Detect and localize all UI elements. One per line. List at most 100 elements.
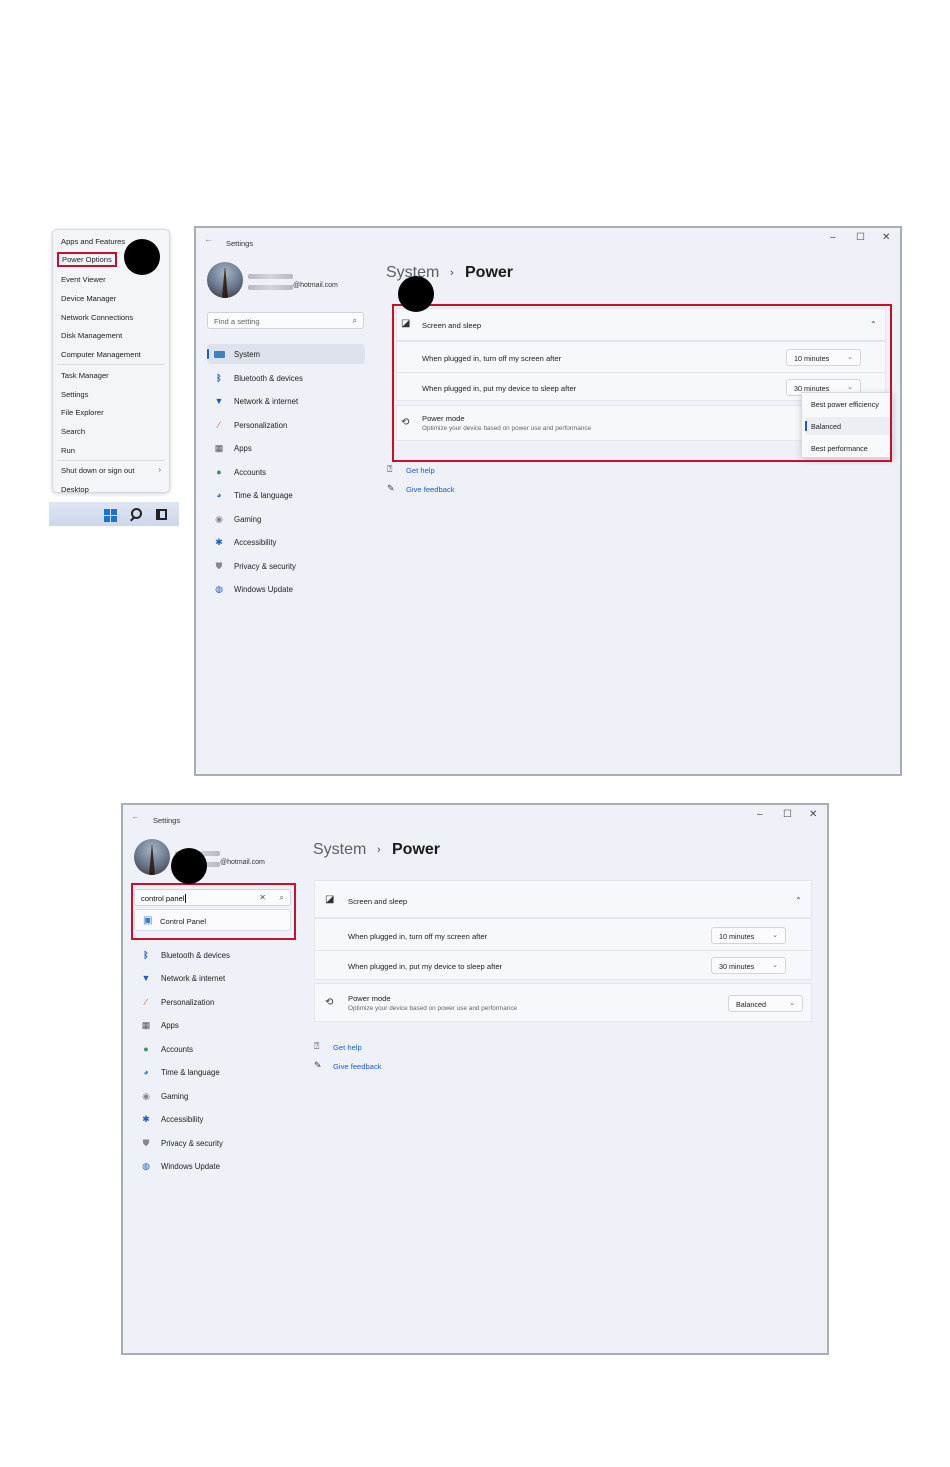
nav-item-personalization[interactable]: ⁄ Personalization [207, 415, 365, 435]
nav-item-network[interactable]: ▼ Network & internet [207, 391, 365, 411]
user-avatar[interactable] [207, 262, 243, 298]
power-mode-description: Optimize your device based on power use … [348, 1005, 518, 1012]
page-title: Power [392, 841, 441, 858]
brush-icon: ⁄ [218, 420, 220, 430]
screen-sleep-header[interactable]: ◪ Screen and sleep ⌃ [314, 880, 812, 918]
menu-item-settings[interactable]: Settings [61, 390, 88, 399]
nav-label: Privacy & security [161, 1138, 223, 1148]
give-feedback-link[interactable]: Give feedback [406, 485, 455, 494]
give-feedback-link[interactable]: Give feedback [333, 1062, 382, 1071]
menu-divider [57, 364, 165, 365]
nav-item-time-language[interactable]: ◕ Time & language [134, 1062, 292, 1082]
power-mode-label: Power mode [348, 994, 391, 1003]
chevron-down-icon: ⌄ [772, 932, 778, 939]
nav-item-bluetooth[interactable]: ᛒ Bluetooth & devices [134, 945, 292, 965]
apps-icon: ▦ [214, 442, 224, 453]
menu-item-run[interactable]: Run [61, 446, 75, 455]
account-icon: ● [216, 467, 222, 477]
window-title: Settings [226, 239, 254, 248]
nav-item-accounts[interactable]: ● Accounts [207, 462, 365, 482]
nav-item-windows-update[interactable]: ◍ Windows Update [207, 579, 365, 599]
nav-item-apps[interactable]: ▦ Apps [207, 438, 365, 458]
minimize-icon[interactable]: – [830, 232, 836, 243]
gamepad-icon: ◉ [142, 1090, 150, 1101]
chevron-up-icon[interactable]: ⌃ [795, 896, 802, 905]
nav-label: Network & internet [234, 396, 299, 406]
breadcrumb-system[interactable]: System [313, 841, 366, 859]
feedback-icon: ✎ [387, 483, 395, 493]
chevron-down-icon: ⌄ [772, 962, 778, 969]
nav-item-apps[interactable]: ▦ Apps [134, 1015, 292, 1035]
screen-off-label: When plugged in, turn off my screen afte… [348, 932, 488, 941]
find-setting-input[interactable]: Find a setting ⌕ [207, 312, 364, 329]
menu-item-disk-management[interactable]: Disk Management [61, 331, 122, 340]
apps-icon: ▦ [141, 1019, 151, 1030]
menu-item-event-viewer[interactable]: Event Viewer [61, 275, 106, 284]
accessibility-icon: ✱ [215, 536, 223, 547]
nav-item-network[interactable]: ▼ Network & internet [134, 968, 292, 988]
taskbar [49, 502, 179, 526]
nav-item-windows-update[interactable]: ◍ Windows Update [134, 1156, 292, 1176]
back-arrow-icon[interactable]: ← [204, 234, 213, 244]
nav-item-bluetooth[interactable]: ᛒ Bluetooth & devices [207, 368, 365, 388]
nav-item-accessibility[interactable]: ✱ Accessibility [134, 1109, 292, 1129]
sleep-dropdown[interactable]: 30 minutes ⌄ [711, 957, 786, 974]
close-icon[interactable]: ✕ [882, 232, 890, 243]
power-mode-value: Balanced [736, 1000, 766, 1009]
menu-item-computer-management[interactable]: Computer Management [61, 350, 141, 359]
power-mode-dropdown[interactable]: Balanced ⌄ [728, 995, 803, 1012]
step-marker-2 [398, 276, 434, 312]
globe-clock-icon: ◕ [216, 490, 222, 500]
bluetooth-icon: ᛒ [216, 373, 222, 383]
nav-label: Gaming [161, 1091, 189, 1101]
page-title: Power [465, 264, 514, 281]
nav-item-time-language[interactable]: ◕ Time & language [207, 485, 365, 505]
close-icon[interactable]: ✕ [809, 809, 817, 820]
nav-label: Accounts [234, 467, 267, 477]
brush-icon: ⁄ [145, 997, 147, 1007]
nav-item-accounts[interactable]: ● Accounts [134, 1039, 292, 1059]
minimize-icon[interactable]: – [757, 809, 763, 820]
menu-item-file-explorer[interactable]: File Explorer [61, 408, 104, 417]
task-view-icon[interactable] [156, 509, 167, 520]
power-mode-icon: ⟲ [325, 997, 334, 1008]
nav-label: Accounts [161, 1044, 194, 1054]
menu-item-device-manager[interactable]: Device Manager [61, 294, 116, 303]
menu-divider [57, 460, 165, 461]
nav-label: Personalization [161, 997, 215, 1007]
menu-item-apps-features[interactable]: Apps and Features [61, 237, 125, 246]
menu-item-shutdown[interactable]: Shut down or sign out [61, 466, 134, 475]
get-help-link[interactable]: Get help [406, 466, 435, 475]
nav-label: Gaming [234, 514, 262, 524]
nav-item-gaming[interactable]: ◉ Gaming [134, 1086, 292, 1106]
nav-item-system[interactable]: System [207, 344, 365, 364]
nav-item-accessibility[interactable]: ✱ Accessibility [207, 532, 365, 552]
wifi-icon: ▼ [141, 973, 151, 983]
back-arrow-icon[interactable]: ← [131, 811, 140, 821]
nav-label: Windows Update [161, 1161, 220, 1171]
step-marker-1 [124, 239, 160, 275]
search-placeholder: Find a setting [214, 317, 260, 326]
nav-item-privacy[interactable]: ⛊ Privacy & security [207, 556, 365, 576]
maximize-icon[interactable]: ☐ [783, 809, 792, 820]
menu-item-power-options[interactable]: Power Options [57, 252, 117, 267]
highlight-box [392, 304, 892, 462]
nav-item-privacy[interactable]: ⛊ Privacy & security [134, 1133, 292, 1153]
nav-item-personalization[interactable]: ⁄ Personalization [134, 992, 292, 1012]
get-help-link[interactable]: Get help [333, 1043, 362, 1052]
menu-item-task-manager[interactable]: Task Manager [61, 371, 109, 380]
help-icon: ⍰ [314, 1041, 320, 1051]
update-icon: ◍ [142, 1160, 150, 1171]
screen-off-value: 10 minutes [719, 932, 755, 941]
windows-start-icon[interactable] [104, 509, 117, 522]
menu-item-search[interactable]: Search [61, 427, 85, 436]
menu-item-network-connections[interactable]: Network Connections [61, 313, 133, 322]
power-mode-card[interactable]: ⟲ Power mode Optimize your device based … [314, 983, 812, 1022]
user-avatar[interactable] [134, 839, 170, 875]
screen-off-dropdown[interactable]: 10 minutes ⌄ [711, 927, 786, 944]
taskbar-search-icon[interactable] [131, 508, 142, 519]
nav-item-gaming[interactable]: ◉ Gaming [207, 509, 365, 529]
maximize-icon[interactable]: ☐ [856, 232, 865, 243]
nav-label: Time & language [234, 490, 293, 500]
menu-item-desktop[interactable]: Desktop [61, 485, 89, 494]
